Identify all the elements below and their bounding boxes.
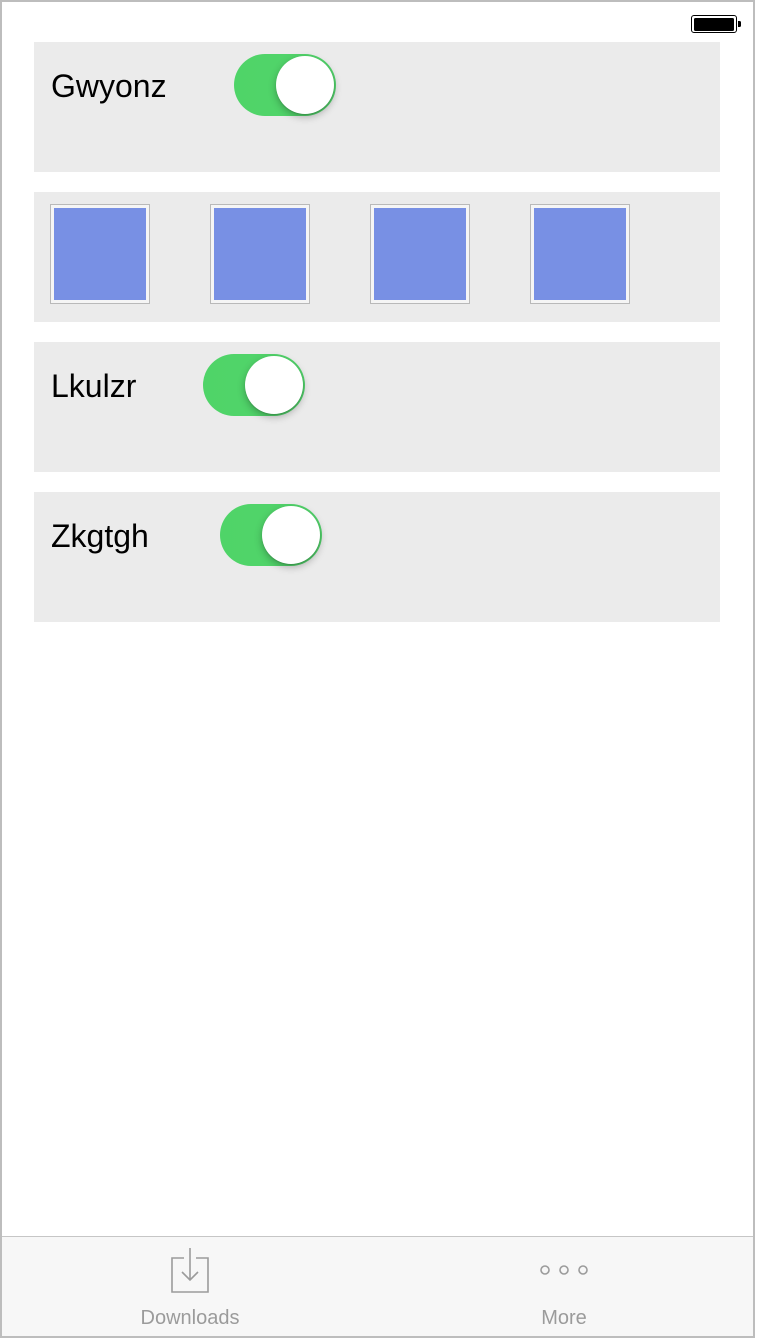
toggle-knob: [276, 56, 334, 114]
toggle-switch-lkulzr[interactable]: [203, 354, 305, 416]
image-tile-2[interactable]: [210, 204, 310, 304]
image-tile-4[interactable]: [530, 204, 630, 304]
tab-label-downloads: Downloads: [140, 1307, 240, 1329]
toggle-row-gwyonz: Gwyonz: [34, 42, 720, 172]
toggle-switch-gwyonz[interactable]: [234, 54, 336, 116]
battery-icon: [691, 15, 741, 33]
toggle-row-lkulzr: Lkulzr: [34, 342, 720, 472]
tab-downloads[interactable]: Downloads: [90, 1237, 290, 1336]
app-screen: Gwyonz Lkulzr Zkgtgh Downloads More: [0, 0, 755, 1338]
image-tile-3[interactable]: [370, 204, 470, 304]
toggle-label-lkulzr: Lkulzr: [51, 368, 137, 404]
tile-row: [34, 192, 720, 322]
downloads-icon: [171, 1248, 209, 1293]
image-tile-1[interactable]: [50, 204, 150, 304]
status-bar: [2, 2, 753, 42]
toggle-row-zkgtgh: Zkgtgh: [34, 492, 720, 622]
toggle-label-gwyonz: Gwyonz: [51, 68, 167, 104]
tab-more[interactable]: More: [464, 1237, 664, 1336]
toggle-switch-zkgtgh[interactable]: [220, 504, 322, 566]
more-icon: [540, 1265, 588, 1275]
toggle-knob: [245, 356, 303, 414]
toggle-label-zkgtgh: Zkgtgh: [51, 518, 149, 554]
toggle-knob: [262, 506, 320, 564]
tab-bar: Downloads More: [2, 1236, 753, 1336]
tab-label-more: More: [541, 1307, 587, 1329]
